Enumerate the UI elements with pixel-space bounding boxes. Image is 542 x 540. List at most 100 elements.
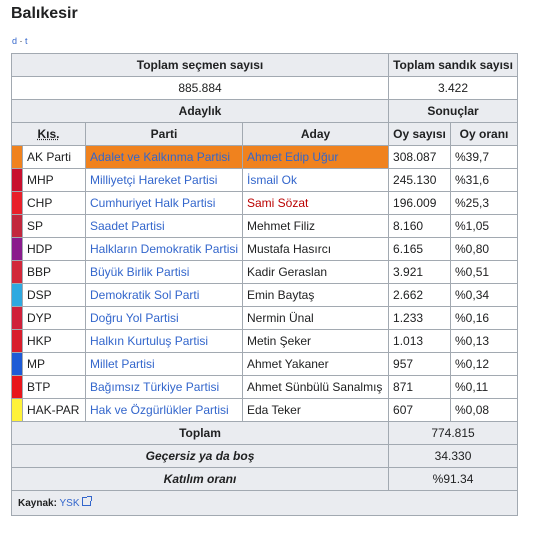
party-color-swatch: [11, 306, 23, 330]
table-row: CHP Cumhuriyet Halk Partisi Sami Sözat 196.…: [11, 191, 519, 215]
party-color-swatch: [11, 375, 23, 399]
vote-count: 1.013: [388, 329, 452, 353]
view-link[interactable]: d: [12, 36, 17, 46]
vote-percent: %0,34: [450, 283, 519, 307]
vote-count: 871: [388, 375, 452, 399]
party-color-swatch: [11, 329, 23, 353]
candidate-name: Kadir Geraslan: [241, 260, 390, 284]
party-name-link[interactable]: Milliyetçi Hareket Partisi: [85, 168, 243, 192]
party-color-swatch: [11, 214, 23, 238]
source-label: Kaynak:: [18, 498, 57, 509]
table-row: HAK-PAR Hak ve Özgürlükler Partisi Eda Tek…: [11, 398, 519, 422]
party-abbr: HDP: [22, 237, 86, 261]
party-abbr: DYP: [22, 306, 86, 330]
vote-count: 1.233: [388, 306, 452, 330]
table-row: SP Saadet Partisi Mehmet Filiz 8.160 %1,05: [11, 214, 519, 238]
party-abbr: AK Parti: [22, 145, 86, 169]
party-abbr: HKP: [22, 329, 86, 353]
table-row: AK Parti Adalet ve Kalkınma Partisi Ahmet …: [11, 145, 519, 169]
candidate-name: Ahmet Sünbülü Sanalmış: [241, 375, 390, 399]
party-name-link[interactable]: Doğru Yol Partisi: [85, 306, 243, 330]
party-abbr: MP: [22, 352, 86, 376]
source-link[interactable]: YSK: [60, 498, 80, 509]
election-results-table: Toplam seçmen sayısı Toplam sandık sayıs…: [10, 53, 519, 516]
vote-count: 607: [388, 398, 452, 422]
table-row: MHP Milliyetçi Hareket Partisi İsmail Ok 24…: [11, 168, 519, 192]
votes-header: Oy sayısı: [388, 122, 452, 146]
candidate-name: Emin Baytaş: [241, 283, 390, 307]
vote-count: 6.165: [388, 237, 452, 261]
totals-value: 774.815: [388, 421, 519, 445]
party-name-link[interactable]: Adalet ve Kalkınma Partisi: [85, 145, 243, 169]
table-row: HKP Halkın Kurtuluş Partisi Metin Şeker 1.0…: [11, 329, 519, 353]
vote-count: 308.087: [388, 145, 452, 169]
party-abbr: MHP: [22, 168, 86, 192]
party-abbr: BBP: [22, 260, 86, 284]
totals-label: Toplam: [10, 421, 390, 445]
candidate-name: Ahmet Yakaner: [241, 352, 390, 376]
party-color-swatch: [11, 191, 23, 215]
party-name-link[interactable]: Hak ve Özgürlükler Partisi: [85, 398, 243, 422]
vote-percent: %0,13: [450, 329, 519, 353]
totals-label: Geçersiz ya da boş: [10, 444, 390, 468]
voters-header: Toplam seçmen sayısı: [10, 53, 390, 77]
party-abbr: DSP: [22, 283, 86, 307]
candidate-name-link[interactable]: İsmail Ok: [241, 168, 390, 192]
external-link-icon: [81, 496, 92, 506]
candidate-name: Nermin Ünal: [241, 306, 390, 330]
party-color-swatch: [11, 260, 23, 284]
navbox-links: d · t: [12, 36, 28, 46]
vote-count: 2.662: [388, 283, 452, 307]
vote-count: 196.009: [388, 191, 452, 215]
party-color-swatch: [11, 145, 23, 169]
party-abbr: SP: [22, 214, 86, 238]
vote-percent: %0,12: [450, 352, 519, 376]
totals-label: Katılım oranı: [10, 467, 390, 491]
totals-row: Toplam 774.815: [10, 421, 519, 445]
party-color-swatch: [11, 398, 23, 422]
party-name-link[interactable]: Millet Partisi: [85, 352, 243, 376]
party-name-link[interactable]: Bağımsız Türkiye Partisi: [85, 375, 243, 399]
vote-percent: %39,7: [450, 145, 519, 169]
candidate-name: Mehmet Filiz: [241, 214, 390, 238]
party-name-link[interactable]: Halkların Demokratik Partisi: [85, 237, 243, 261]
vote-percent: %0,08: [450, 398, 519, 422]
candidate-name: Eda Teker: [241, 398, 390, 422]
navbox-separator: ·: [19, 36, 23, 46]
party-color-swatch: [11, 283, 23, 307]
percent-header: Oy oranı: [450, 122, 519, 146]
party-name-link[interactable]: Cumhuriyet Halk Partisi: [85, 191, 243, 215]
party-name-link[interactable]: Halkın Kurtuluş Partisi: [85, 329, 243, 353]
ballot-boxes-header: Toplam sandık sayısı: [388, 53, 519, 77]
totals-value: %91.34: [388, 467, 519, 491]
party-color-swatch: [11, 168, 23, 192]
party-name-link[interactable]: Büyük Birlik Partisi: [85, 260, 243, 284]
vote-percent: %0,11: [450, 375, 519, 399]
source-row: Kaynak: YSK: [10, 490, 519, 516]
party-header: Parti: [85, 122, 243, 146]
candidate-name-link[interactable]: Ahmet Edip Uğur: [241, 145, 390, 169]
table-row: BBP Büyük Birlik Partisi Kadir Geraslan 3.9…: [11, 260, 519, 284]
source-cell: Kaynak: YSK: [10, 490, 519, 516]
vote-percent: %0,16: [450, 306, 519, 330]
vote-count: 245.130: [388, 168, 452, 192]
vote-count: 8.160: [388, 214, 452, 238]
table-row: DYP Doğru Yol Partisi Nermin Ünal 1.233 %0,1…: [11, 306, 519, 330]
vote-percent: %31,6: [450, 168, 519, 192]
candidate-name: Mustafa Hasırcı: [241, 237, 390, 261]
vote-percent: %0,80: [450, 237, 519, 261]
vote-percent: %25,3: [450, 191, 519, 215]
ballot-boxes-value: 3.422: [388, 76, 519, 100]
totals-value: 34.330: [388, 444, 519, 468]
talk-link[interactable]: t: [25, 36, 28, 46]
table-row: BTP Bağımsız Türkiye Partisi Ahmet Sünbülü…: [11, 375, 519, 399]
table-row: HDP Halkların Demokratik Partisi Mustafa H…: [11, 237, 519, 261]
party-abbr: HAK-PAR: [22, 398, 86, 422]
candidate-name-link[interactable]: Sami Sözat: [241, 191, 390, 215]
candidacy-header: Adaylık: [10, 99, 390, 123]
vote-percent: %1,05: [450, 214, 519, 238]
party-name-link[interactable]: Saadet Partisi: [85, 214, 243, 238]
party-abbr: CHP: [22, 191, 86, 215]
abbr-header[interactable]: Kıs.: [11, 122, 86, 146]
party-name-link[interactable]: Demokratik Sol Parti: [85, 283, 243, 307]
